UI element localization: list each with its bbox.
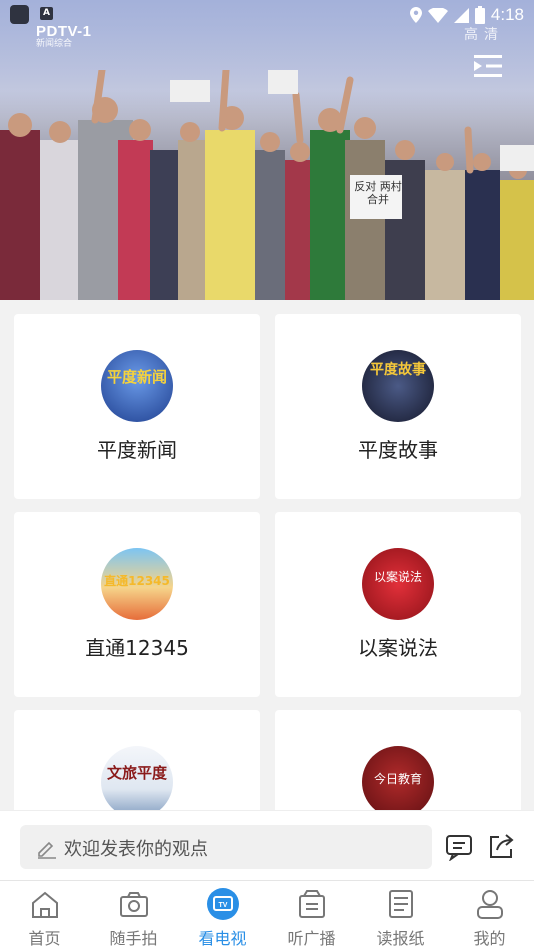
- quality-toggle[interactable]: 高清: [464, 24, 504, 44]
- program-card-pingdu-news[interactable]: 平度新闻 平度新闻: [14, 314, 260, 499]
- program-card-law-cases[interactable]: 以案说法 以案说法: [275, 512, 521, 697]
- comments-icon[interactable]: [445, 833, 473, 861]
- keyboard-notification-icon: A: [40, 7, 53, 20]
- program-thumbnail: 以案说法: [362, 548, 434, 620]
- channel-logo: PDTV-1 新闻综合: [36, 23, 92, 49]
- program-label: 平度故事: [358, 438, 438, 462]
- comment-input[interactable]: 欢迎发表你的观点: [20, 825, 432, 869]
- video-frame-crowd: [0, 70, 534, 300]
- program-thumbnail: 直通12345: [101, 548, 173, 620]
- tv-icon: TV: [206, 888, 239, 920]
- radio-icon: [298, 890, 325, 918]
- program-card-direct-12345[interactable]: 直通12345 直通12345: [14, 512, 260, 697]
- video-player[interactable]: 反对 两村合并 A 4:18 PDTV-1 新闻综合 高清: [0, 0, 534, 300]
- user-icon: [476, 890, 503, 919]
- battery-icon: [474, 6, 485, 24]
- playlist-icon[interactable]: [474, 55, 502, 77]
- wifi-icon: [427, 7, 448, 23]
- pencil-icon: [38, 841, 56, 859]
- home-icon: [31, 891, 58, 918]
- nav-mine[interactable]: 我的: [445, 881, 534, 950]
- app-notification-icon: [10, 5, 29, 24]
- comment-placeholder: 欢迎发表你的观点: [64, 839, 208, 860]
- nav-home[interactable]: 首页: [0, 881, 89, 950]
- signal-icon: [453, 7, 469, 23]
- program-label: 平度新闻: [97, 438, 177, 462]
- program-thumbnail: 文旅平度: [101, 746, 173, 818]
- location-icon: [409, 7, 422, 23]
- camera-icon: [119, 892, 148, 917]
- nav-snapshot[interactable]: 随手拍: [89, 881, 178, 950]
- svg-text:TV: TV: [218, 902, 227, 909]
- bottom-nav: 首页 随手拍 TV 看电视 听广播 读报纸 我的: [0, 880, 534, 950]
- protest-sign-text: 反对 两村合并: [354, 180, 402, 206]
- program-label: 以案说法: [358, 636, 438, 660]
- newspaper-icon: [388, 890, 413, 918]
- share-icon[interactable]: [487, 833, 515, 861]
- nav-newspaper[interactable]: 读报纸: [356, 881, 445, 950]
- program-card-pingdu-story[interactable]: 平度故事 平度故事: [275, 314, 521, 499]
- comment-bar: 欢迎发表你的观点: [0, 810, 534, 880]
- program-thumbnail: 今日教育: [362, 746, 434, 818]
- program-label: 直通12345: [85, 636, 189, 660]
- program-thumbnail: 平度新闻: [101, 350, 173, 422]
- nav-radio[interactable]: 听广播: [267, 881, 356, 950]
- program-thumbnail: 平度故事: [362, 350, 434, 422]
- nav-tv[interactable]: TV 看电视: [178, 881, 267, 950]
- app-screen: 反对 两村合并 A 4:18 PDTV-1 新闻综合 高清 平度新闻 平度新闻 …: [0, 0, 534, 950]
- status-time: 4:18: [490, 5, 524, 24]
